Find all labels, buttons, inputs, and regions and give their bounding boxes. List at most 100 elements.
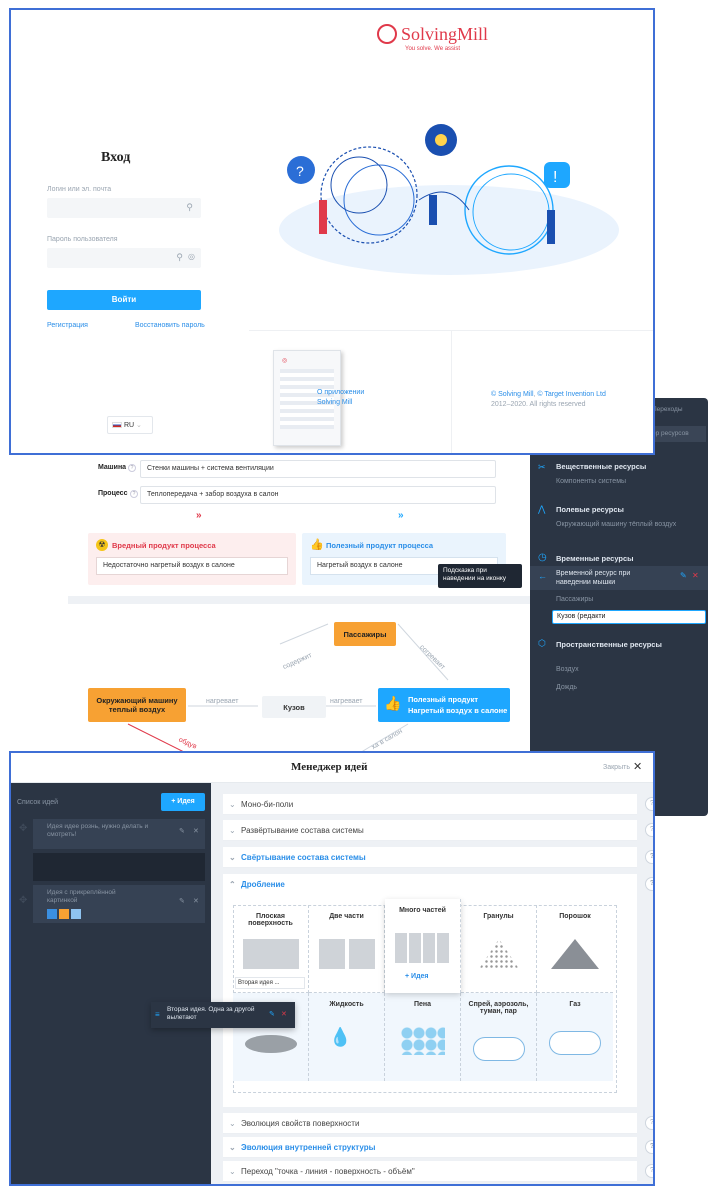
restore-link[interactable]: Восстановить пароль [135, 322, 205, 329]
resource-item[interactable]: Дождь [530, 684, 708, 691]
chevron-down-icon: ⌄ [229, 800, 236, 809]
cell-label: Две части [329, 913, 364, 920]
attachment-thumb[interactable] [59, 909, 69, 919]
help-icon[interactable]: ? [645, 823, 653, 837]
dragging-idea[interactable]: ≡ Вторая идея. Одна за другой вылетают ✎… [151, 1002, 295, 1028]
accordion-item[interactable]: ⌄ Моно-би-поли? [223, 794, 653, 815]
attachment-thumb[interactable] [71, 909, 81, 919]
process-field[interactable]: Теплопередача + забор воздуха в салон [140, 486, 496, 504]
idea-title: Менеджер идей [291, 761, 368, 773]
resource-edit-field[interactable]: Кузов (редакти [552, 610, 706, 624]
chevron-down-icon: » [398, 510, 404, 521]
space-title[interactable]: Пространственные ресурсы [530, 640, 708, 649]
password-input[interactable]: ⚲ ◎ [47, 248, 201, 268]
booklet-logo: ◎ [282, 358, 288, 364]
help-icon[interactable]: ? [645, 797, 653, 811]
help-icon[interactable]: ? [645, 1140, 653, 1154]
register-link[interactable]: Регистрация [47, 322, 88, 329]
drag-handle-icon[interactable]: ✥ [19, 823, 27, 834]
drag-handle-icon[interactable]: ≡ [155, 1010, 160, 1019]
edit-icon[interactable]: ✎ [179, 897, 185, 905]
edit-icon[interactable]: ✎ [680, 571, 687, 580]
machine-field[interactable]: Стенки машины + система вентиляции [140, 460, 496, 478]
grid-cell-hover[interactable]: Много частей + Идея [385, 899, 461, 993]
idea-card[interactable]: Идея идее рознь, нужно делать и смотреть… [33, 819, 205, 849]
accordion-label: Дробление [241, 880, 285, 889]
login-input[interactable]: ⚲ [47, 198, 201, 218]
attachment-thumb[interactable] [47, 909, 57, 919]
copyright-partner[interactable]: © Target Invention Ltd [537, 391, 605, 398]
cell-label: Плоская поверхность [248, 913, 293, 927]
resource-item-active[interactable]: ← Временной ресурс при наведении мышки ✎… [530, 566, 708, 590]
language-select[interactable]: RU ⌄ [107, 416, 153, 434]
help-icon[interactable]: ? [130, 490, 138, 498]
idea-card[interactable]: Идея с прикреплённой картинкой ✎ ✕ [33, 885, 205, 923]
substance-title[interactable]: Вещественные ресурсы [530, 462, 708, 471]
clock-icon: ◷ [538, 552, 547, 563]
grid-cell[interactable]: Гранулы [461, 905, 537, 993]
help-icon[interactable]: ? [645, 1116, 653, 1130]
time-title[interactable]: Временные ресурсы [530, 554, 708, 563]
cell-add-idea[interactable]: + Идея [405, 973, 429, 980]
help-icon[interactable]: ? [128, 464, 136, 472]
grid-cell[interactable]: Две части [309, 905, 385, 993]
resources-search[interactable]: ер ресурсов [648, 426, 706, 442]
accordion-item[interactable]: ⌄ Переход "точка - линия - поверхность - … [223, 1161, 653, 1182]
about-link[interactable]: О приложении Solving Mill [317, 388, 364, 408]
harmful-card: ☢ Вредный продукт процесса Недостаточно … [88, 533, 296, 585]
accordion-item-open[interactable]: ⌃ Дробление? [223, 874, 653, 895]
drag-handle-icon[interactable]: ✥ [19, 895, 27, 906]
divider [451, 330, 452, 453]
resource-item[interactable]: Воздух [530, 666, 708, 673]
close-icon[interactable]: ✕ [633, 760, 642, 773]
close-label[interactable]: Закрыть [603, 764, 630, 771]
edit-icon[interactable]: ✎ [179, 827, 185, 835]
accordion-item[interactable]: ⌄ Эволюция внутренней структуры? [223, 1137, 653, 1158]
close-icon[interactable]: ✕ [193, 897, 199, 905]
node-air[interactable]: Окружающий машину теплый воздух [88, 688, 186, 722]
close-icon[interactable]: ✕ [281, 1010, 287, 1018]
add-idea-button[interactable]: + Идея [161, 793, 205, 811]
arrow-left-icon[interactable]: ← [538, 571, 547, 581]
node-useful[interactable]: 👍 Полезный продукт Нагретый воздух в сал… [378, 688, 510, 722]
accordion-item[interactable]: ⌄ Свёртывание состава системы? [223, 847, 653, 868]
tagline: You solve. We assist [405, 46, 461, 52]
help-icon[interactable]: ? [645, 1164, 653, 1178]
eye-icon[interactable]: ◎ [188, 252, 195, 261]
copyright-years: 2012–2020. All rights reserved [491, 401, 586, 408]
hazard-icon: ☢ [96, 539, 108, 551]
resource-item[interactable]: Компоненты системы [530, 478, 708, 485]
resource-item[interactable]: Пассажиры [530, 596, 708, 603]
grid-cell[interactable]: Жидкость 💧 [309, 993, 385, 1081]
node-body[interactable]: Кузов [262, 696, 326, 718]
close-icon[interactable]: ✕ [193, 827, 199, 835]
edit-icon[interactable]: ✎ [269, 1010, 275, 1018]
transitions-header[interactable]: Переходы [652, 406, 683, 413]
grid-cell[interactable]: Порошок [537, 905, 613, 993]
grid-cell[interactable]: Спрей, аэрозоль, туман, пар [461, 993, 537, 1081]
node-passengers[interactable]: Пассажиры [334, 622, 396, 646]
cell-label: Порошок [559, 913, 591, 920]
svg-text:?: ? [296, 163, 304, 179]
machine-label: Машина [98, 464, 127, 471]
close-icon[interactable]: ✕ [692, 571, 699, 580]
chevron-down-icon: ⌄ [229, 1119, 236, 1128]
help-icon[interactable]: ? [645, 850, 653, 864]
harmful-field[interactable]: Недостаточно нагретый воздух в салоне [96, 557, 288, 575]
copyright-brand[interactable]: © Solving Mill [491, 391, 534, 398]
accordion-item[interactable]: ⌄ Развёртывание состава системы? [223, 820, 653, 841]
cell-note[interactable]: Вторая идея ... [235, 977, 305, 989]
field-title[interactable]: Полевые ресурсы [530, 505, 708, 514]
submit-button[interactable]: Войти [47, 290, 201, 310]
idea-manager-window: Менеджер идей Закрыть ✕ Список идей + Ид… [9, 751, 655, 1186]
idea-list-panel: Список идей + Идея ✥ Идея идее рознь, ну… [11, 783, 211, 1184]
accordion-item[interactable]: ⌄ Эволюция свойств поверхности? [223, 1113, 653, 1134]
chevron-down-icon: ⌄ [229, 826, 236, 835]
cell-label: Много частей [399, 907, 446, 914]
help-icon[interactable]: ? [645, 877, 653, 891]
resource-item[interactable]: Окружающий машину тёплый воздух [530, 520, 680, 529]
grid-cell[interactable]: Газ [537, 993, 613, 1081]
copyright: © Solving Mill, © Target Invention Ltd 2… [491, 390, 606, 410]
grid-cell[interactable]: Пена [385, 993, 461, 1081]
grid-cell[interactable]: Плоская поверхность Вторая идея ... [233, 905, 309, 993]
